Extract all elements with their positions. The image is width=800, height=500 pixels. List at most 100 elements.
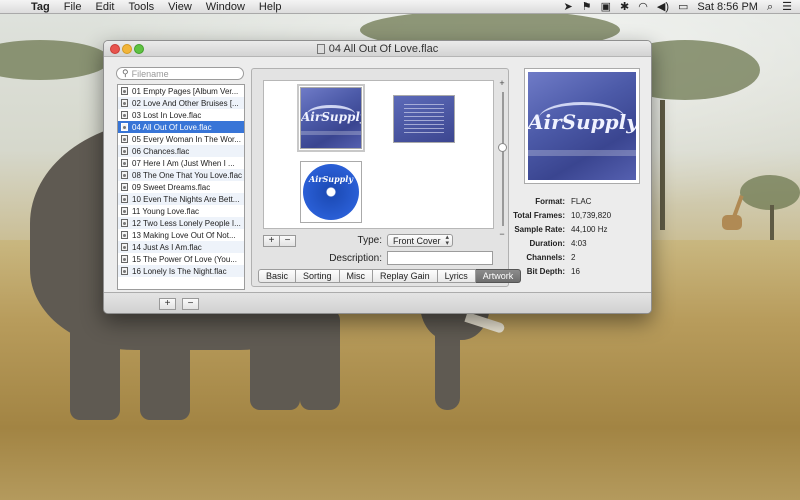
tab-sorting[interactable]: Sorting	[296, 269, 340, 283]
artwork-type-popup[interactable]: Front Cover ▴ ▾	[387, 234, 453, 247]
volume-icon[interactable]: ◀)	[657, 0, 669, 14]
tab-misc[interactable]: Misc	[339, 269, 374, 283]
menu-edit[interactable]: Edit	[88, 0, 121, 14]
add-files-button[interactable]: +	[159, 298, 176, 310]
tab-replay-gain[interactable]: Replay Gain	[373, 269, 438, 283]
file-list-row[interactable]: 16 Lonely Is The Night.flac	[118, 265, 244, 277]
file-list-row[interactable]: 04 All Out Of Love.flac	[118, 121, 244, 133]
add-artwork-button[interactable]: +	[263, 235, 280, 247]
audio-file-icon	[121, 123, 128, 131]
disc-logo: AirSupply	[309, 174, 353, 184]
menu-tools[interactable]: Tools	[121, 0, 161, 14]
file-list-row[interactable]: 02 Love And Other Bruises [...	[118, 97, 244, 109]
file-name: 08 The One That You Love.flac	[132, 170, 243, 180]
audio-file-icon	[121, 267, 128, 275]
cursor-status-icon[interactable]: ➤	[564, 0, 573, 14]
menu-window[interactable]: Window	[199, 0, 252, 14]
file-name: 05 Every Woman In The Wor...	[132, 134, 241, 144]
info-value: 10,739,820	[571, 210, 612, 220]
giraffe	[722, 215, 742, 230]
file-name: 06 Chances.flac	[132, 146, 190, 156]
audio-file-icon	[121, 99, 128, 107]
info-key: Bit Depth:	[526, 266, 565, 276]
file-list[interactable]: 01 Empty Pages [Album Ver... 02 Love And …	[117, 84, 245, 290]
audio-file-icon	[121, 231, 128, 239]
app-menu[interactable]: Tag	[24, 0, 57, 14]
zoom-window-button[interactable]	[134, 44, 144, 54]
file-list-row[interactable]: 08 The One That You Love.flac	[118, 169, 244, 181]
info-value: 2	[571, 252, 576, 262]
file-name: 15 The Power Of Love (You...	[132, 254, 237, 264]
window-bottom-bar: + −	[104, 292, 651, 313]
audio-file-icon	[121, 159, 128, 167]
file-list-row[interactable]: 11 Young Love.flac	[118, 205, 244, 217]
window-title: 04 All Out Of Love.flac	[328, 42, 439, 55]
flag-status-icon[interactable]: ⚑	[582, 0, 592, 14]
bluetooth-icon[interactable]: ✱	[620, 0, 629, 14]
info-format: Format: FLAC	[513, 194, 643, 208]
audio-file-icon	[121, 183, 128, 191]
artwork-thumb-front-cover[interactable]: AirSupply	[297, 84, 365, 152]
file-list-row[interactable]: 09 Sweet Dreams.flac	[118, 181, 244, 193]
disc-graphic	[303, 164, 359, 220]
artwork-zoom-slider[interactable]	[502, 92, 504, 226]
file-list-row[interactable]: 06 Chances.flac	[118, 145, 244, 157]
tab-lyrics[interactable]: Lyrics	[437, 269, 476, 283]
file-list-row[interactable]: 10 Even The Nights Are Bett...	[118, 193, 244, 205]
audio-file-icon	[121, 147, 128, 155]
file-list-row[interactable]: 13 Making Love Out Of Not...	[118, 229, 244, 241]
info-key: Channels:	[526, 252, 565, 262]
file-list-row[interactable]: 15 The Power Of Love (You...	[118, 253, 244, 265]
file-list-row[interactable]: 01 Empty Pages [Album Ver...	[118, 85, 244, 97]
audio-file-icon	[121, 195, 128, 203]
audio-file-icon	[121, 171, 128, 179]
file-list-row[interactable]: 07 Here I Am (Just When I ...	[118, 157, 244, 169]
type-label: Type:	[357, 235, 382, 246]
popup-arrows-icon: ▴ ▾	[445, 233, 449, 247]
file-name: 14 Just As I Am.flac	[132, 242, 202, 252]
file-list-row[interactable]: 14 Just As I Am.flac	[118, 241, 244, 253]
search-placeholder: Filename	[131, 68, 169, 79]
zoom-slider-knob[interactable]	[498, 143, 507, 152]
elephant-leg	[250, 300, 300, 410]
artwork-grid[interactable]: AirSupply AirSupply	[263, 80, 494, 229]
info-bit-depth: Bit Depth: 16	[513, 264, 643, 278]
file-name: 12 Two Less Lonely People I...	[132, 218, 241, 228]
artwork-panel: AirSupply AirSupply + − + − Type: Front …	[251, 68, 509, 287]
file-name: 16 Lonely Is The Night.flac	[132, 266, 227, 276]
artwork-type-value: Front Cover	[393, 235, 441, 246]
menu-view[interactable]: View	[161, 0, 199, 14]
spotlight-search-icon[interactable]: ⌕	[767, 0, 773, 14]
menubar-clock[interactable]: Sat 8:56 PM	[697, 0, 758, 14]
artwork-thumb-disc[interactable]: AirSupply	[300, 161, 362, 223]
menu-help[interactable]: Help	[252, 0, 289, 14]
info-duration: Duration: 4:03	[513, 236, 643, 250]
description-field[interactable]	[387, 251, 493, 265]
artwork-thumb-back-cover[interactable]	[393, 95, 455, 143]
battery-icon[interactable]: ▭	[678, 0, 688, 14]
tab-basic[interactable]: Basic	[258, 269, 297, 283]
minimize-window-button[interactable]	[122, 44, 132, 54]
file-list-row[interactable]: 05 Every Woman In The Wor...	[118, 133, 244, 145]
close-window-button[interactable]	[110, 44, 120, 54]
wifi-icon[interactable]: ◠	[638, 0, 648, 14]
file-name: 02 Love And Other Bruises [...	[132, 98, 239, 108]
elephant-leg	[140, 310, 190, 420]
file-list-row[interactable]: 03 Lost In Love.flac	[118, 109, 244, 121]
tag-tabs: Basic Sorting Misc Replay Gain Lyrics Ar…	[258, 269, 522, 283]
remove-artwork-button[interactable]: −	[279, 235, 296, 247]
window-titlebar[interactable]: 04 All Out Of Love.flac	[104, 41, 651, 57]
file-list-row[interactable]: 12 Two Less Lonely People I...	[118, 217, 244, 229]
info-sample-rate: Sample Rate: 44,100 Hz	[513, 222, 643, 236]
notification-center-icon[interactable]: ☰	[782, 0, 792, 14]
remove-files-button[interactable]: −	[182, 298, 199, 310]
display-status-icon[interactable]: ▣	[601, 0, 611, 14]
tab-artwork[interactable]: Artwork	[475, 269, 522, 283]
large-cover-preview[interactable]: AirSupply	[524, 68, 640, 184]
filename-search-field[interactable]: ⚲ Filename	[116, 67, 244, 80]
info-value: 16	[571, 266, 580, 276]
back-cover-tracklist	[404, 104, 444, 134]
info-value: 44,100 Hz	[571, 224, 608, 234]
menu-file[interactable]: File	[57, 0, 89, 14]
audio-file-icon	[121, 111, 128, 119]
